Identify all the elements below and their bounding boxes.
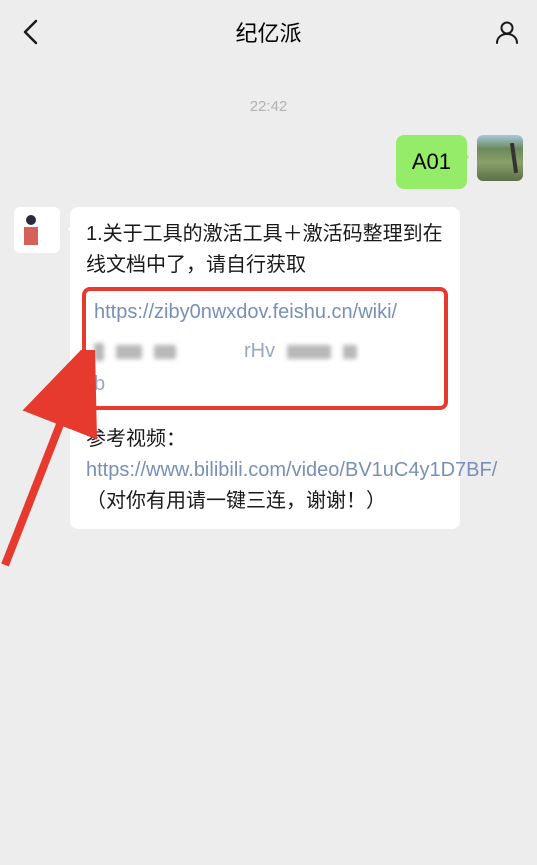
back-button[interactable] bbox=[14, 16, 46, 48]
feishu-link[interactable]: https://ziby0nwxdov.feishu.cn/wiki/ bbox=[94, 301, 397, 323]
redacted-row1: rHv bbox=[94, 336, 436, 367]
reference-block: 参考视频：https://www.bilibili.com/video/BV1u… bbox=[86, 424, 444, 517]
chat-area: 22:42 A01 1.关于工具的激活工具＋激活码整理到在线文档中了，请自行获取… bbox=[0, 64, 537, 557]
person-icon bbox=[494, 19, 520, 45]
redacted-fragment bbox=[287, 345, 331, 359]
redacted-fragment bbox=[94, 343, 104, 361]
outgoing-text: A01 bbox=[412, 149, 451, 174]
chat-title: 纪亿派 bbox=[235, 16, 301, 48]
reference-label: 参考视频： bbox=[86, 428, 186, 450]
incoming-bubble[interactable]: 1.关于工具的激活工具＋激活码整理到在线文档中了，请自行获取 https://z… bbox=[70, 207, 460, 529]
chevron-left-icon bbox=[22, 19, 38, 45]
timestamp: 22:42 bbox=[14, 98, 523, 115]
my-avatar[interactable] bbox=[477, 135, 523, 181]
outgoing-bubble[interactable]: A01 bbox=[396, 135, 467, 189]
highlighted-link-box: https://ziby0nwxdov.feishu.cn/wiki/ rHv … bbox=[82, 287, 448, 410]
redacted-fragment bbox=[154, 345, 176, 359]
chat-header: 纪亿派 bbox=[0, 0, 537, 64]
sender-avatar[interactable] bbox=[14, 207, 60, 253]
visible-fragment2: b bbox=[94, 373, 105, 395]
visible-fragment: rHv bbox=[244, 336, 275, 367]
message-tail: （对你有用请一键三连，谢谢！） bbox=[86, 490, 386, 512]
message-line1: 1.关于工具的激活工具＋激活码整理到在线文档中了，请自行获取 bbox=[86, 223, 443, 276]
outgoing-message-row: A01 bbox=[14, 135, 523, 189]
bilibili-link[interactable]: https://www.bilibili.com/video/BV1uC4y1D… bbox=[86, 459, 497, 481]
redacted-fragment bbox=[343, 345, 357, 359]
incoming-message-row: 1.关于工具的激活工具＋激活码整理到在线文档中了，请自行获取 https://z… bbox=[14, 207, 523, 529]
redacted-fragment bbox=[116, 345, 142, 359]
contact-button[interactable] bbox=[491, 16, 523, 48]
